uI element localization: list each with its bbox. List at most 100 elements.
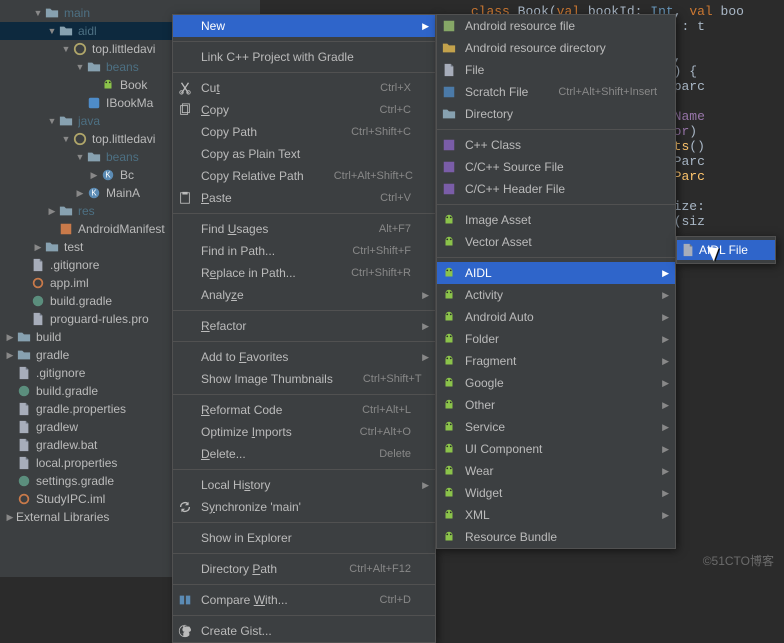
menu-item[interactable]: Widget▶ [437,482,675,504]
manifest-icon [58,221,74,237]
menu-item[interactable]: Copy as Plain Text [173,143,435,165]
menu-item[interactable]: Optimize ImportsCtrl+Alt+O [173,421,435,443]
menu-item[interactable]: Activity▶ [437,284,675,306]
menu-item[interactable]: Show Image ThumbnailsCtrl+Shift+T [173,368,435,390]
menu-item[interactable]: C/C++ Header File [437,178,675,200]
menu-item[interactable]: Local History▶ [173,474,435,496]
folder-icon [16,347,32,363]
menu-item-label: C/C++ Header File [465,182,651,196]
menu-item[interactable]: Android resource directory [437,37,675,59]
menu-item[interactable]: CopyCtrl+C [173,99,435,121]
expand-chevron-icon[interactable]: ▶ [46,202,58,220]
menu-item-label: XML [465,508,651,522]
menu-item[interactable]: Copy Relative PathCtrl+Alt+Shift+C [173,165,435,187]
menu-item[interactable]: Fragment▶ [437,350,675,372]
expand-chevron-icon[interactable]: ▼ [32,4,44,22]
menu-item[interactable]: Directory [437,103,675,125]
menu-item-label: Copy Path [201,125,321,139]
menu-item-label: Scratch File [465,85,528,99]
watermark: ©51CTO博客 [703,552,774,569]
expand-chevron-icon[interactable]: ▼ [46,112,58,130]
android-icon [441,353,457,369]
menu-item[interactable]: Resource Bundle [437,526,675,548]
context-menu[interactable]: New▶ Link C++ Project with Gradle CutCtrl+… [172,14,436,643]
menu-item[interactable]: UI Component▶ [437,438,675,460]
menu-item-shortcut: Ctrl+Alt+Shift+Insert [558,86,657,98]
aidl-flyout[interactable]: AIDL File [676,236,776,264]
menu-item[interactable]: CutCtrl+X [173,77,435,99]
github-icon [177,623,193,639]
menu-item[interactable]: Android Auto▶ [437,306,675,328]
menu-item-label: Copy Relative Path [201,169,304,183]
expand-chevron-icon[interactable]: ▶ [88,166,100,184]
new-submenu[interactable]: Android resource fileAndroid resource di… [436,14,676,549]
expand-chevron-icon[interactable]: ▶ [4,328,16,346]
expand-chevron-icon[interactable]: ▼ [60,130,72,148]
diff-icon [177,592,193,608]
menu-item[interactable]: Create Gist... [173,620,435,642]
menu-item[interactable]: Copy PathCtrl+Shift+C [173,121,435,143]
menu-item-label: Image Asset [465,213,651,227]
menu-item[interactable]: Other▶ [437,394,675,416]
menu-item[interactable]: PasteCtrl+V [173,187,435,209]
menu-item[interactable]: Compare With...Ctrl+D [173,589,435,611]
class-icon: K [100,167,116,183]
menu-item[interactable]: Link C++ Project with Gradle [173,46,435,68]
expand-chevron-icon[interactable]: ▶ [4,346,16,364]
menu-item[interactable]: Folder▶ [437,328,675,350]
submenu-arrow-icon: ▶ [662,488,669,499]
menu-item[interactable]: New▶ [173,15,435,37]
sync-icon [177,499,193,515]
menu-item-label: Copy as Plain Text [201,147,411,161]
menu-item[interactable]: AIDL▶ [437,262,675,284]
menu-item-label: Resource Bundle [465,530,651,544]
android-icon [441,287,457,303]
menu-item[interactable]: Reformat CodeCtrl+Alt+L [173,399,435,421]
menu-item-shortcut: Ctrl+C [380,104,411,116]
folder-icon [58,203,74,219]
menu-item[interactable]: Wear▶ [437,460,675,482]
menu-item[interactable]: Replace in Path...Ctrl+Shift+R [173,262,435,284]
menu-item-shortcut: Alt+F7 [379,223,411,235]
menu-item[interactable]: Google▶ [437,372,675,394]
submenu-arrow-icon: ▶ [662,312,669,323]
submenu-arrow-icon: ▶ [422,290,429,301]
menu-item[interactable]: Image Asset [437,209,675,231]
expand-chevron-icon[interactable]: ▼ [46,22,58,40]
menu-item-label: Show Image Thumbnails [201,372,333,386]
menu-item[interactable]: Scratch File Ctrl+Alt+Shift+Insert [437,81,675,103]
menu-item-label: Show in Explorer [201,531,411,545]
menu-item[interactable]: Add to Favorites▶ [173,346,435,368]
menu-item[interactable]: Find Usages Alt+F7 [173,218,435,240]
menu-item[interactable]: Analyze▶ [173,284,435,306]
expand-chevron-icon[interactable]: ▶ [74,184,86,202]
menu-item[interactable]: File [437,59,675,81]
menu-item[interactable]: Vector Asset [437,231,675,253]
menu-item[interactable]: Android resource file [437,15,675,37]
menu-item-label: Find in Path... [201,244,322,258]
ring-icon [30,275,46,291]
menu-item[interactable]: C++ Class [437,134,675,156]
flyout-item[interactable]: AIDL File [677,240,775,260]
menu-item[interactable]: Find in Path...Ctrl+Shift+F [173,240,435,262]
menu-item[interactable]: Show in Explorer [173,527,435,549]
expand-chevron-icon[interactable]: ▼ [60,40,72,58]
menu-item[interactable]: C/C++ Source File [437,156,675,178]
menu-item[interactable]: Service▶ [437,416,675,438]
menu-item-label: Service [465,420,651,434]
menu-item[interactable]: Synchronize 'main' [173,496,435,518]
menu-item[interactable]: XML▶ [437,504,675,526]
menu-item[interactable]: Delete...Delete [173,443,435,465]
menu-item[interactable]: Refactor▶ [173,315,435,337]
menu-item-label: Delete... [201,447,349,461]
menu-item-label: Find Usages [201,222,349,236]
file-icon [16,365,32,381]
menu-item-label: Compare With... [201,593,350,607]
cut-icon [177,80,193,96]
submenu-arrow-icon: ▶ [662,334,669,345]
submenu-arrow-icon: ▶ [662,356,669,367]
expand-chevron-icon[interactable]: ▼ [74,58,86,76]
expand-chevron-icon[interactable]: ▼ [74,148,86,166]
expand-chevron-icon[interactable]: ▶ [32,238,44,256]
file-icon [16,437,32,453]
